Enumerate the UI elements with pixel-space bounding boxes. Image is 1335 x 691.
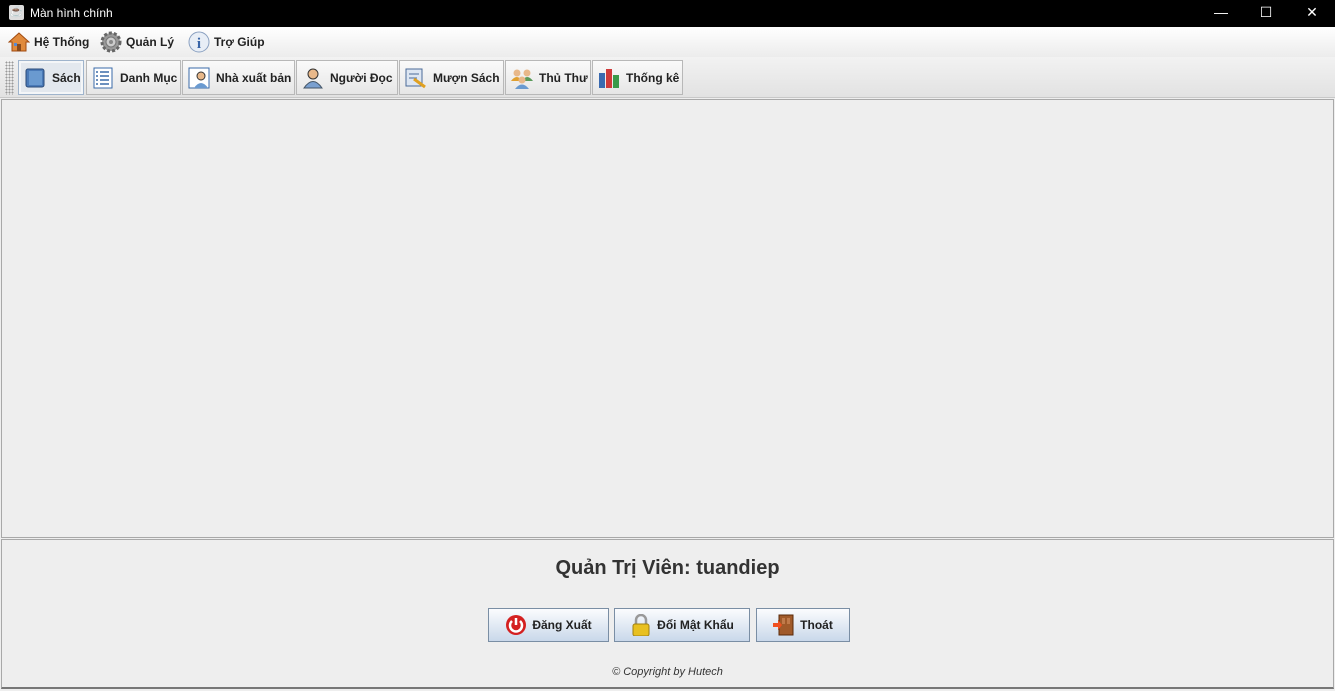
logout-button[interactable]: Đăng Xuất [488, 608, 609, 642]
list-icon [93, 67, 113, 88]
house-icon [8, 32, 30, 52]
toolbar-label: Danh Mục [120, 70, 178, 85]
button-label: Thoát [800, 618, 833, 632]
toolbar-label: Thủ Thư [539, 70, 588, 85]
menu-bar: Hệ Thống Quản Lý i Trợ Giúp [0, 27, 1335, 57]
reader-icon [303, 68, 323, 88]
toolbar-danh-muc-button[interactable]: Danh Mục [86, 60, 181, 95]
close-button[interactable]: ✕ [1289, 0, 1335, 27]
java-app-icon: ☕ [9, 5, 24, 20]
book-icon [25, 68, 45, 87]
borrow-icon [405, 68, 426, 88]
librarian-icon [511, 69, 533, 89]
button-label: Đổi Mật Khẩu [657, 618, 734, 632]
maximize-button[interactable]: ☐ [1243, 0, 1289, 27]
button-label: Đăng Xuất [532, 618, 592, 632]
toolbar-label: Người Đọc [330, 70, 393, 85]
exit-door-icon [773, 614, 794, 636]
power-icon [506, 615, 527, 635]
publisher-icon [188, 67, 210, 88]
title-bar: ☕ Màn hình chính — ☐ ✕ [0, 0, 1335, 27]
toolbar-thu-thu-button[interactable]: Thủ Thư [505, 60, 591, 95]
gear-icon [100, 31, 122, 53]
footer-panel: Quản Trị Viên: tuandiep Đăng Xuất Đổi Mậ… [1, 539, 1334, 689]
toolbar-nha-xuat-ban-button[interactable]: Nhà xuất bản [182, 60, 295, 95]
toolbar-nguoi-doc-button[interactable]: Người Đọc [296, 60, 398, 95]
minimize-button[interactable]: — [1198, 0, 1244, 27]
svg-text:i: i [197, 36, 201, 52]
toolbar-thong-ke-button[interactable]: Thống kê [592, 60, 683, 95]
change-password-button[interactable]: Đổi Mật Khẩu [614, 608, 750, 642]
toolbar-muon-sach-button[interactable]: Mượn Sách [399, 60, 504, 95]
chart-icon [599, 68, 619, 88]
lock-icon [632, 614, 650, 636]
menu-he-thong[interactable]: Hệ Thống [8, 30, 89, 54]
copyright-text: © Copyright by Hutech [612, 666, 723, 678]
toolbar-label: Nhà xuất bản [216, 70, 292, 85]
menu-quan-ly[interactable]: Quản Lý [100, 30, 174, 54]
exit-button[interactable]: Thoát [756, 608, 850, 642]
toolbar-label: Sách [52, 70, 81, 85]
window-title: Màn hình chính [30, 6, 113, 20]
toolbar-label: Mượn Sách [433, 70, 500, 85]
toolbar-sach-button[interactable]: Sách [18, 60, 84, 95]
toolbar-grip[interactable] [5, 61, 14, 95]
admin-label: Quản Trị Viên: tuandiep [555, 557, 780, 579]
content-panel [1, 99, 1334, 538]
menu-label: Quản Lý [126, 35, 175, 49]
menu-label: Hệ Thống [34, 35, 90, 49]
toolbar-label: Thống kê [626, 70, 680, 85]
toolbar: Sách Danh Mục Nhà xuất bản Người Đọc Mượ… [0, 57, 1335, 98]
menu-label: Trợ Giúp [214, 35, 265, 49]
info-icon: i [188, 31, 210, 53]
menu-tro-giup[interactable]: i Trợ Giúp [188, 30, 265, 54]
